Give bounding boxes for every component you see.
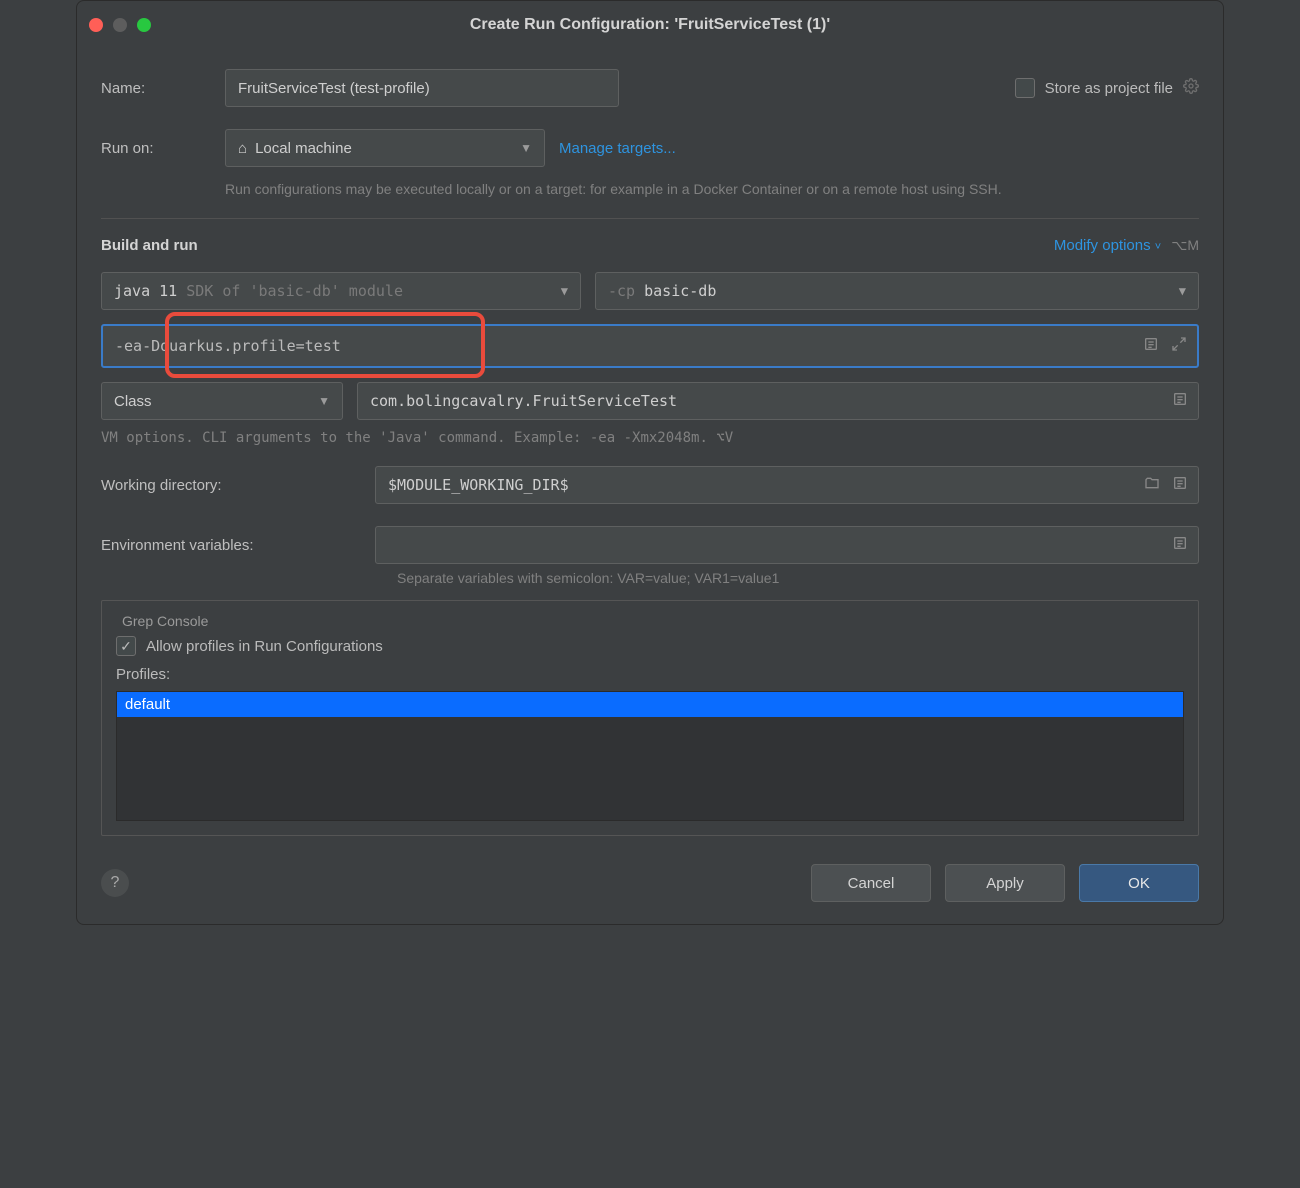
profiles-list[interactable]: default (116, 691, 1184, 821)
jdk-classpath-row: java 11 SDK of 'basic-db' module ▼ -cp b… (101, 272, 1199, 310)
vm-options-b: -Dquarkus.profile=test (142, 337, 341, 355)
jdk-select[interactable]: java 11 SDK of 'basic-db' module ▼ (101, 272, 581, 310)
divider (101, 218, 1199, 219)
folder-icon[interactable] (1144, 475, 1160, 495)
env-label: Environment variables: (101, 537, 361, 554)
modify-shortcut: ⌥M (1171, 237, 1199, 254)
list-icon[interactable] (1172, 475, 1188, 495)
run-on-hint: Run configurations may be executed local… (225, 179, 1199, 200)
titlebar: Create Run Configuration: 'FruitServiceT… (77, 1, 1223, 49)
store-as-project-row: Store as project file (1015, 78, 1199, 99)
cancel-label: Cancel (848, 875, 895, 892)
chevron-down-icon: ▼ (318, 394, 330, 408)
dialog-footer: ? Cancel Apply OK (77, 846, 1223, 924)
name-input[interactable]: FruitServiceTest (test-profile) (225, 69, 619, 107)
run-type-select[interactable]: Class ▼ (101, 382, 343, 420)
home-icon: ⌂ (238, 140, 247, 157)
jdk-value: java 11 (114, 282, 177, 300)
working-dir-input[interactable]: $MODULE_WORKING_DIR$ (375, 466, 1199, 504)
classpath-select[interactable]: -cp basic-db ▼ (595, 272, 1199, 310)
apply-button[interactable]: Apply (945, 864, 1065, 902)
run-type-value: Class (114, 393, 152, 410)
chevron-down-icon: ▼ (520, 141, 532, 155)
name-value: FruitServiceTest (test-profile) (238, 80, 430, 97)
name-row: Name: FruitServiceTest (test-profile) St… (101, 69, 1199, 107)
dialog-title: Create Run Configuration: 'FruitServiceT… (77, 16, 1223, 34)
class-input[interactable]: com.bolingcavalry.FruitServiceTest (357, 382, 1199, 420)
class-value: com.bolingcavalry.FruitServiceTest (370, 392, 677, 410)
chevron-down-icon: ▼ (561, 284, 568, 298)
env-row: Environment variables: (101, 526, 1199, 564)
class-row: Class ▼ com.bolingcavalry.FruitServiceTe… (101, 382, 1199, 420)
store-as-project-checkbox[interactable] (1015, 78, 1035, 98)
build-run-header: Build and run Modify options ˅ ⌥M (101, 237, 1199, 254)
build-run-title: Build and run (101, 237, 198, 254)
name-label: Name: (101, 80, 211, 97)
env-input[interactable] (375, 526, 1199, 564)
modify-options-text: Modify options (1054, 237, 1151, 254)
classpath-value: basic-db (644, 282, 716, 300)
run-on-row: Run on: ⌂ Local machine ▼ Manage targets… (101, 129, 1199, 167)
allow-profiles-checkbox[interactable] (116, 636, 136, 656)
run-on-label: Run on: (101, 140, 211, 157)
expand-icon[interactable] (1171, 336, 1187, 356)
vm-options-a: -ea (115, 337, 142, 355)
allow-profiles-label: Allow profiles in Run Configurations (146, 638, 383, 655)
chevron-down-icon: ▼ (1179, 284, 1186, 298)
manage-targets-link[interactable]: Manage targets... (559, 140, 676, 157)
working-dir-label: Working directory: (101, 477, 361, 494)
ok-button[interactable]: OK (1079, 864, 1199, 902)
history-icon[interactable] (1143, 336, 1159, 356)
profile-item-default[interactable]: default (117, 692, 1183, 717)
modify-options-link[interactable]: Modify options ˅ (1054, 237, 1161, 254)
jdk-suffix: SDK of 'basic-db' module (177, 282, 403, 300)
env-hint: Separate variables with semicolon: VAR=v… (397, 570, 1199, 586)
working-dir-value: $MODULE_WORKING_DIR$ (388, 476, 569, 494)
run-on-select[interactable]: ⌂ Local machine ▼ (225, 129, 545, 167)
apply-label: Apply (986, 875, 1024, 892)
grep-console-fieldset: Grep Console Allow profiles in Run Confi… (101, 600, 1199, 836)
run-config-dialog: Create Run Configuration: 'FruitServiceT… (76, 0, 1224, 925)
vm-options-input[interactable]: -ea -Dquarkus.profile=test (101, 324, 1199, 368)
gear-icon[interactable] (1183, 78, 1199, 99)
profiles-label: Profiles: (116, 666, 1184, 683)
classpath-prefix: -cp (608, 282, 644, 300)
ok-label: OK (1128, 875, 1150, 892)
working-dir-row: Working directory: $MODULE_WORKING_DIR$ (101, 466, 1199, 504)
grep-console-legend: Grep Console (116, 613, 214, 629)
help-button[interactable]: ? (101, 869, 129, 897)
run-on-value: Local machine (255, 140, 352, 157)
cancel-button[interactable]: Cancel (811, 864, 931, 902)
list-icon[interactable] (1172, 535, 1188, 555)
list-icon[interactable] (1172, 391, 1188, 411)
store-as-project-label: Store as project file (1045, 80, 1173, 97)
vm-options-hint: VM options. CLI arguments to the 'Java' … (101, 430, 1199, 446)
